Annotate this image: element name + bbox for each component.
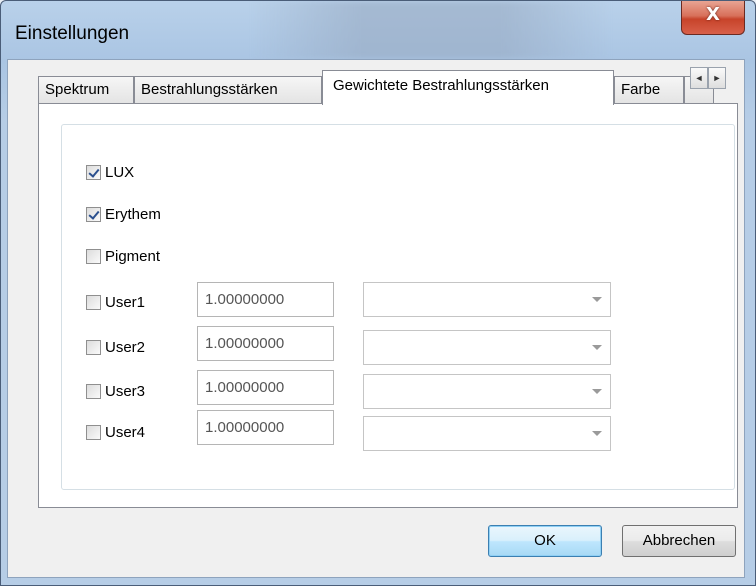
ok-button[interactable]: OK <box>488 525 602 557</box>
pigment-option[interactable]: Pigment <box>86 248 160 265</box>
erythem-checkbox[interactable] <box>86 207 101 222</box>
user2-factor-input[interactable] <box>197 326 334 361</box>
user3-factor-input[interactable] <box>197 370 334 405</box>
window-title: Einstellungen <box>15 23 130 44</box>
user4-checkbox[interactable] <box>86 425 101 440</box>
cancel-button[interactable]: Abbrechen <box>622 525 736 557</box>
user4-factor-input[interactable] <box>197 410 334 445</box>
lux-option[interactable]: LUX <box>86 164 134 181</box>
tab-scroll-right-icon[interactable]: ► <box>708 67 726 89</box>
tab-farbe[interactable]: Farbe <box>614 76 684 104</box>
user1-checkbox[interactable] <box>86 295 101 310</box>
lux-label: LUX <box>105 164 135 181</box>
settings-group: LUX Erythem Pigment User1 1.00000000 Use… <box>61 124 735 490</box>
pigment-label: Pigment <box>105 248 161 265</box>
settings-dialog: Einstellungen X Spektrum Bestrahlungsstä… <box>0 0 756 586</box>
user3-checkbox[interactable] <box>86 384 101 399</box>
chevron-down-icon <box>592 345 602 350</box>
user1-label: User1 <box>105 294 146 311</box>
pigment-checkbox[interactable] <box>86 249 101 264</box>
user4-dropdown[interactable] <box>363 416 611 451</box>
tab-gewichtete-bestrahlungsstaerken[interactable]: Gewichtete Bestrahlungsstärken <box>322 70 614 105</box>
tab-panel: LUX Erythem Pigment User1 1.00000000 Use… <box>38 103 738 508</box>
user4-label: User4 <box>105 424 146 441</box>
erythem-option[interactable]: Erythem <box>86 206 161 223</box>
close-icon: X <box>706 4 720 25</box>
user1-option[interactable]: User1 <box>86 294 145 311</box>
tab-spektrum[interactable]: Spektrum <box>38 76 134 104</box>
user3-dropdown[interactable] <box>363 374 611 409</box>
dialog-client-area: Spektrum Bestrahlungsstärken Gewichtete … <box>7 59 745 578</box>
chevron-down-icon <box>592 431 602 436</box>
chevron-down-icon <box>592 297 602 302</box>
erythem-label: Erythem <box>105 206 161 223</box>
user3-label: User3 <box>105 383 146 400</box>
user4-option[interactable]: User4 <box>86 424 145 441</box>
tab-bestrahlungsstaerken[interactable]: Bestrahlungsstärken <box>134 76 322 104</box>
title-bar[interactable]: Einstellungen X <box>1 1 755 59</box>
lux-checkbox[interactable] <box>86 165 101 180</box>
user2-option[interactable]: User2 <box>86 339 145 356</box>
tab-scroll-buttons: ◄ ► <box>690 67 728 89</box>
user2-checkbox[interactable] <box>86 340 101 355</box>
tab-scroll-left-icon[interactable]: ◄ <box>690 67 708 89</box>
user3-option[interactable]: User3 <box>86 383 145 400</box>
close-button[interactable]: X <box>681 1 745 35</box>
user1-factor-input[interactable] <box>197 282 334 317</box>
user2-label: User2 <box>105 339 146 356</box>
chevron-down-icon <box>592 389 602 394</box>
user2-dropdown[interactable] <box>363 330 611 365</box>
user1-dropdown[interactable] <box>363 282 611 317</box>
